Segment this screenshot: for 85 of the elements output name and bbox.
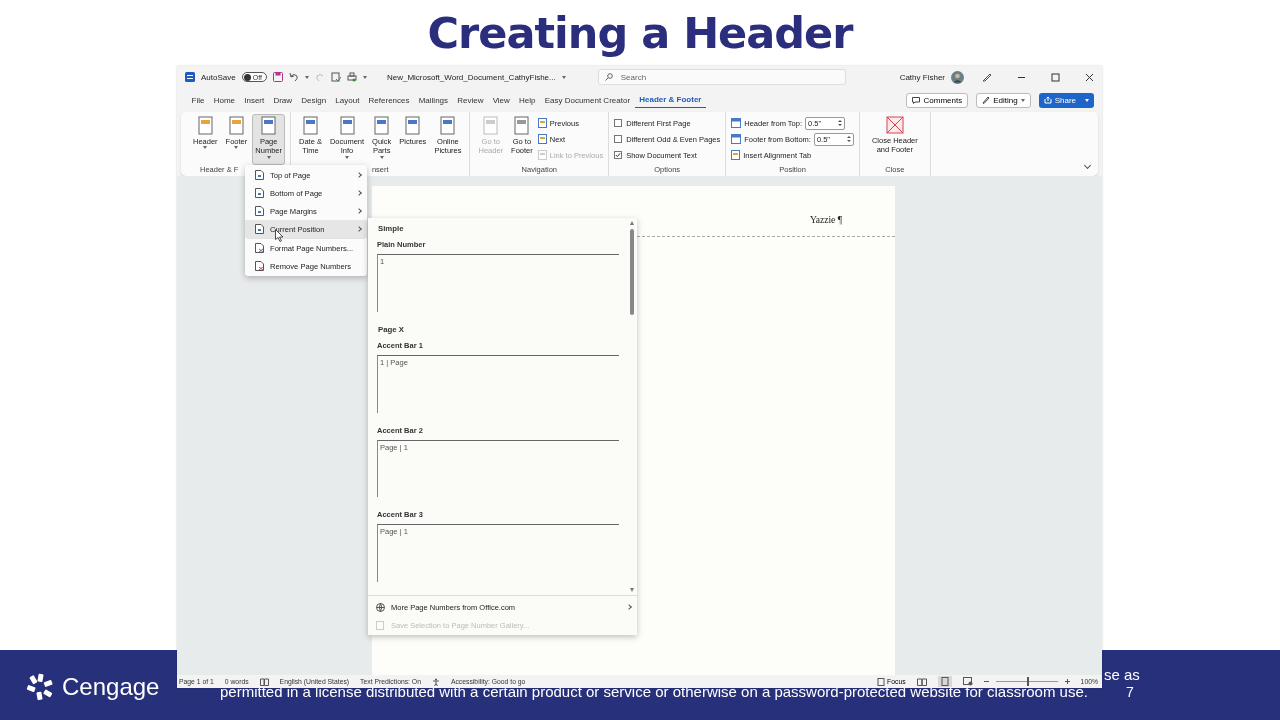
page-icon: [255, 243, 264, 253]
page-icon: [255, 224, 264, 234]
caret-icon: [266, 155, 271, 159]
undo-icon[interactable]: [288, 72, 299, 82]
print-layout-icon[interactable]: [937, 676, 952, 687]
document-icon: [439, 116, 457, 135]
share-button[interactable]: Share: [1038, 92, 1094, 108]
page-icon: [376, 620, 385, 630]
focus-icon: [877, 677, 886, 686]
zoom-in-icon[interactable]: [1064, 679, 1070, 684]
page-icon: [255, 206, 264, 216]
caret-icon: [1020, 98, 1025, 102]
search-field[interactable]: Search: [597, 69, 846, 85]
comments-button[interactable]: Comments: [906, 92, 969, 108]
document-title[interactable]: New_Microsoft_Word_Document_CathyFishe...: [386, 72, 556, 82]
speech-bubble-icon: [912, 96, 921, 104]
ribbon-tab[interactable]: Review: [452, 92, 489, 108]
globe-icon: [376, 602, 385, 612]
ribbon-tab[interactable]: Draw: [268, 92, 297, 108]
caret-icon: [1085, 98, 1089, 102]
caret-icon[interactable]: [561, 75, 566, 79]
read-mode-icon[interactable]: [916, 677, 927, 686]
avatar[interactable]: [951, 70, 964, 84]
save-icon[interactable]: [272, 72, 283, 82]
document-icon: [482, 116, 500, 135]
ribbon-tab[interactable]: Mailings: [414, 92, 453, 108]
close-box-icon: [885, 116, 904, 134]
page-icon: [255, 170, 264, 180]
page-icon: [255, 188, 264, 198]
editing-button[interactable]: Editing: [976, 92, 1031, 108]
checkbox[interactable]: [614, 151, 623, 159]
page-icon: [537, 150, 547, 160]
margin-icon: [731, 118, 742, 128]
caret-icon[interactable]: [362, 75, 367, 79]
checkmark-icon: [615, 152, 622, 158]
book-icon[interactable]: [259, 677, 269, 686]
ribbon-tab[interactable]: File: [187, 92, 210, 108]
header-text: Yazzie ¶: [809, 215, 842, 225]
caret-icon: [345, 155, 349, 159]
ribbon-tab[interactable]: Easy Document Creator: [540, 92, 635, 108]
checkbox[interactable]: [614, 135, 623, 143]
page-icon: [255, 261, 264, 271]
search-icon: [604, 73, 613, 81]
accessibility-icon[interactable]: [431, 677, 440, 686]
page-icon: [731, 150, 741, 160]
document-icon: [227, 116, 245, 135]
caret-icon: [379, 155, 384, 159]
web-layout-icon[interactable]: [962, 677, 973, 686]
caret-icon: [203, 146, 208, 150]
slide-number: 7: [1125, 683, 1134, 700]
ribbon-tab[interactable]: Layout: [330, 92, 364, 108]
word-app-icon: [185, 72, 195, 82]
document-check-icon[interactable]: [330, 72, 341, 82]
document-icon: [260, 116, 278, 135]
document-icon: [196, 116, 214, 135]
share-icon: [1043, 96, 1052, 104]
close-icon[interactable]: [1085, 72, 1094, 82]
autosave-label: AutoSave: [201, 72, 236, 82]
caret-icon[interactable]: [304, 75, 309, 79]
zoom-slider-thumb[interactable]: [1026, 677, 1029, 686]
ribbon-tab[interactable]: Header & Footer: [634, 92, 707, 108]
document-icon: [513, 116, 531, 135]
document-icon: [301, 116, 319, 135]
page-icon: [537, 134, 547, 144]
document-icon: [373, 116, 391, 135]
document-icon: [404, 116, 422, 135]
ribbon-tab[interactable]: View: [488, 92, 515, 108]
page-icon: [537, 118, 547, 128]
maximize-icon[interactable]: [1051, 72, 1060, 82]
ribbon-tab[interactable]: References: [364, 92, 415, 108]
ribbon-tab[interactable]: Help: [514, 92, 541, 108]
ribbon-tab[interactable]: Design: [296, 92, 331, 108]
pencil-icon: [982, 96, 991, 104]
ribbon-tab[interactable]: Home: [209, 92, 240, 108]
printer-icon[interactable]: [346, 72, 357, 82]
margin-icon: [731, 134, 742, 144]
document-icon: [338, 116, 356, 135]
logo-text: Cengage: [62, 673, 160, 701]
user-name: Cathy Fisher: [899, 72, 945, 82]
slide-title: Creating a Header: [426, 8, 855, 58]
pen-icon[interactable]: [982, 72, 992, 82]
ribbon-tab[interactable]: Insert: [239, 92, 269, 108]
footer-text: se as: [1104, 666, 1140, 683]
checkbox[interactable]: [614, 119, 623, 127]
caret-icon: [234, 146, 239, 150]
